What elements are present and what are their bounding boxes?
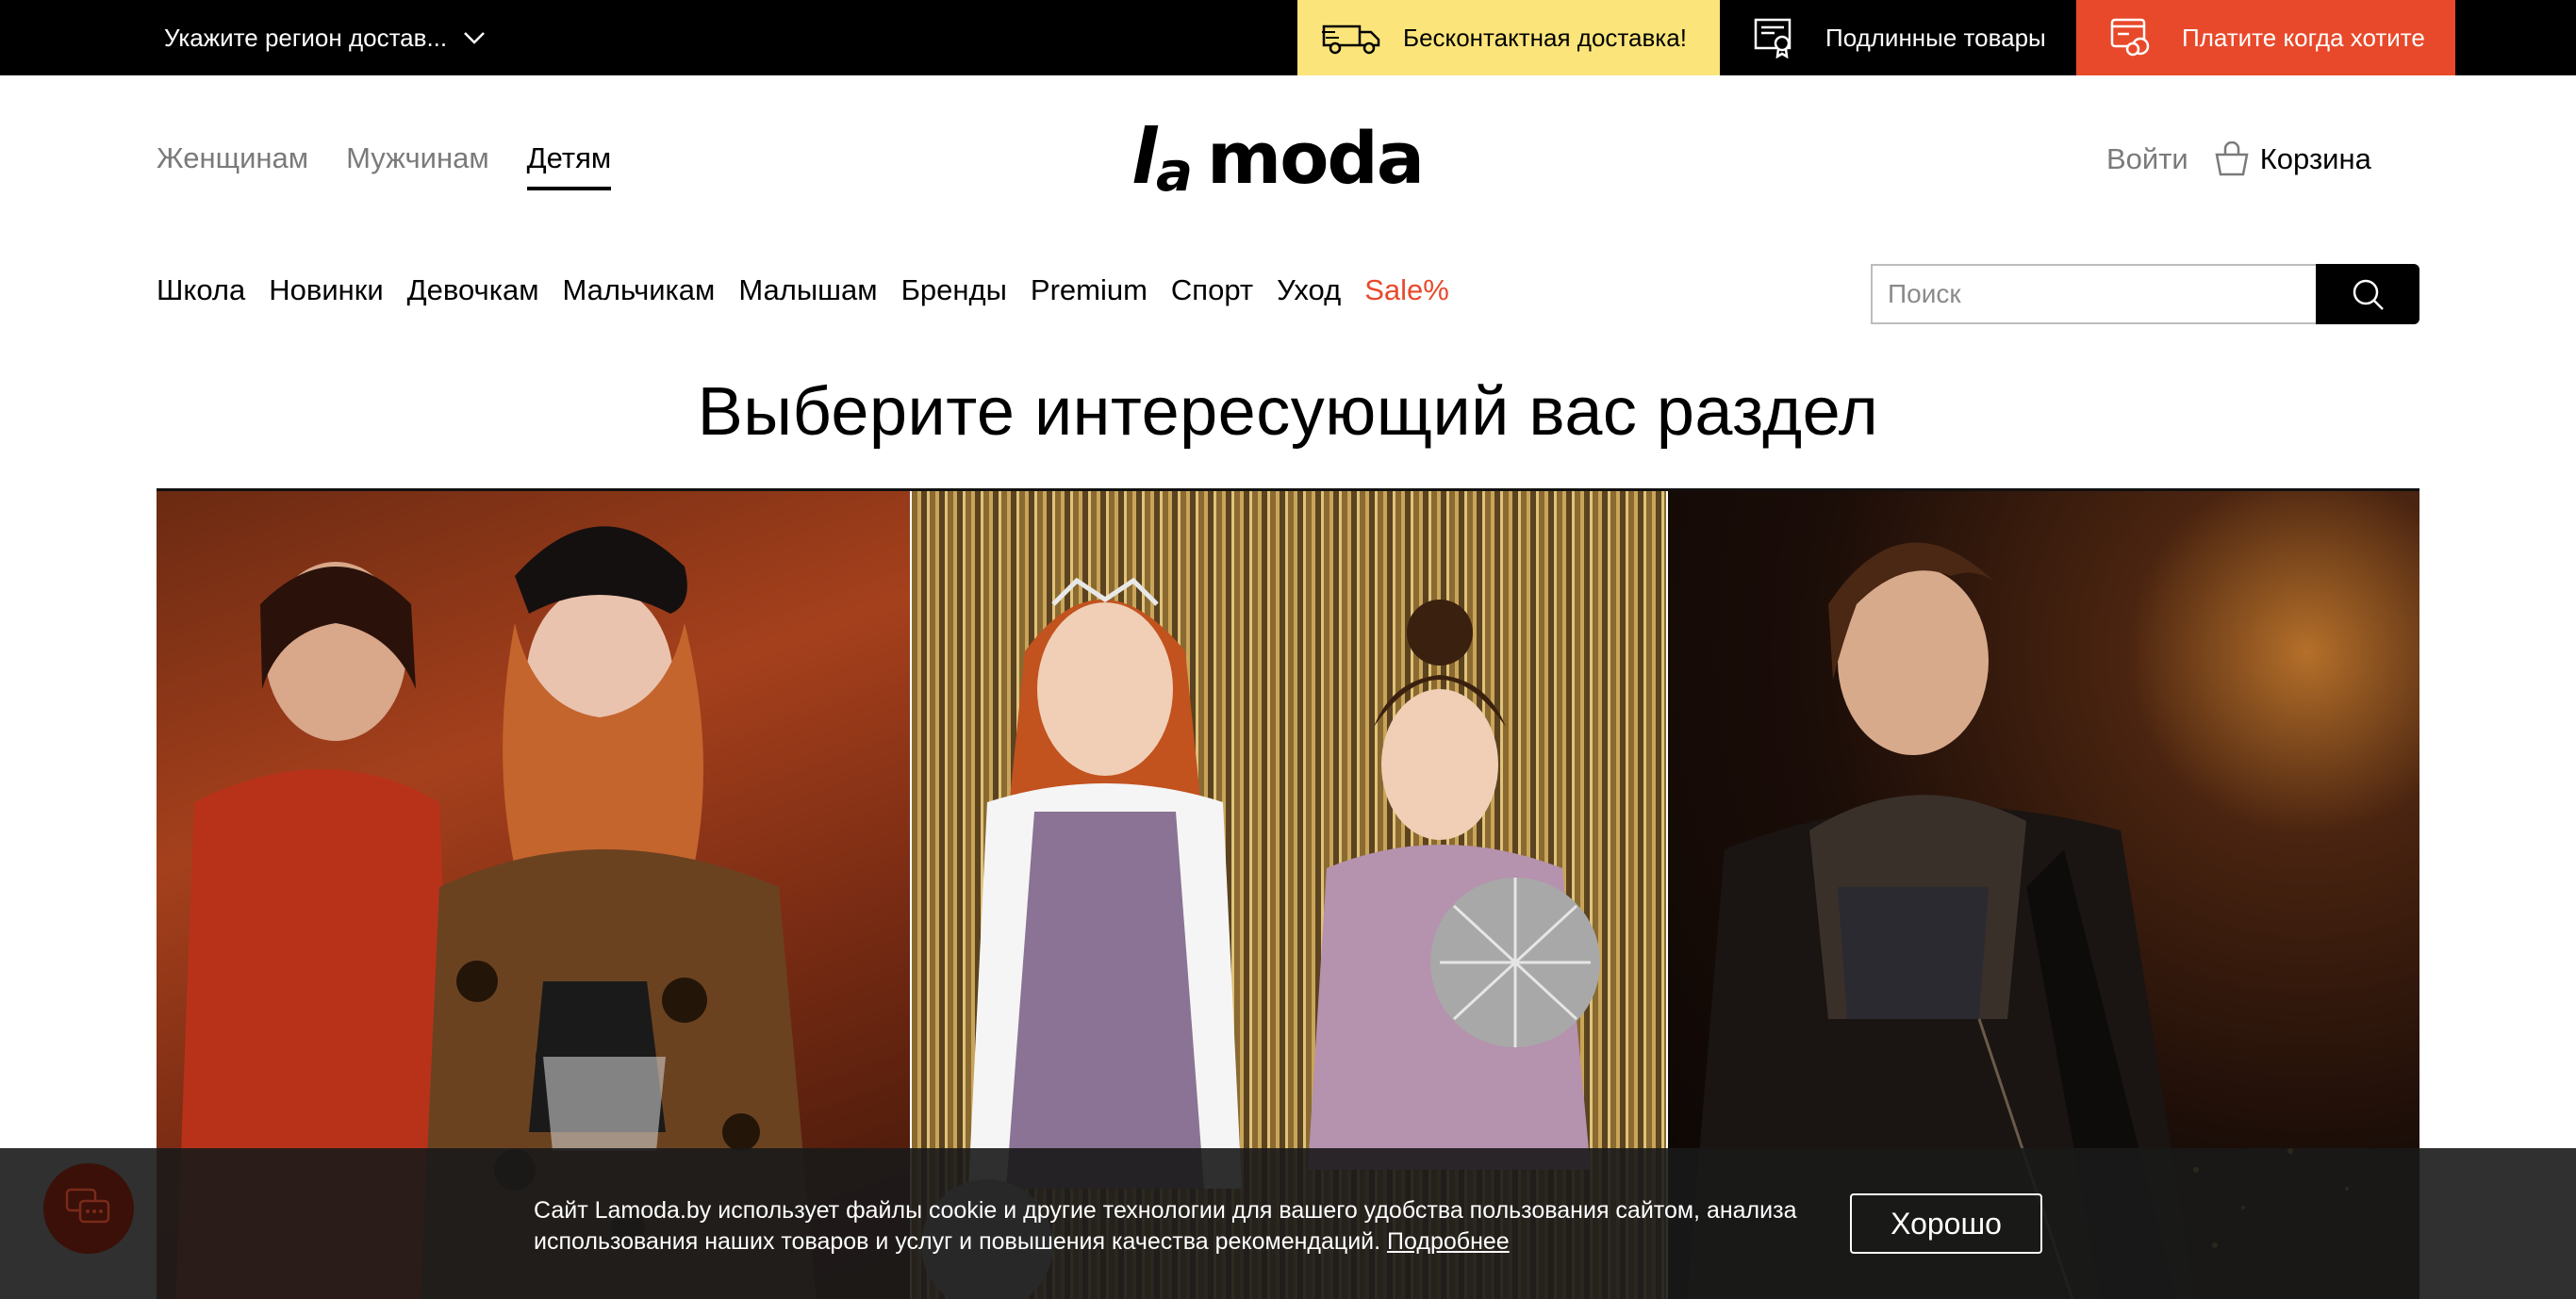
region-selector[interactable]: Укажите регион достав...	[164, 0, 487, 75]
gender-nav: Женщинам Мужчинам Детям	[157, 141, 612, 190]
promo-genuine-label: Подлинные товары	[1825, 23, 2046, 52]
cookie-more-link[interactable]: Подробнее	[1387, 1228, 1510, 1255]
promo-genuine[interactable]: Подлинные товары	[1720, 0, 2076, 75]
certificate-icon	[1744, 17, 1805, 58]
page-title: Выберите интересующий вас раздел	[697, 374, 1879, 450]
category-girls[interactable]: Девочкам	[407, 273, 539, 307]
truck-icon	[1322, 17, 1382, 58]
search-icon	[2353, 279, 2384, 310]
card-icon	[2101, 17, 2161, 58]
account-area: Войти Корзина	[2106, 141, 2371, 177]
tab-women[interactable]: Женщинам	[157, 141, 308, 190]
logo[interactable]: l a moda	[1131, 111, 1443, 206]
cookie-accept-button[interactable]: Хорошо	[1850, 1193, 2042, 1254]
cookie-banner: Сайт Lamoda.by использует файлы cookie и…	[0, 1148, 2576, 1299]
search-button[interactable]	[2316, 264, 2419, 324]
cookie-text: Сайт Lamoda.by использует файлы cookie и…	[534, 1197, 1797, 1255]
category-sport[interactable]: Спорт	[1171, 273, 1253, 307]
region-label: Укажите регион достав...	[164, 23, 448, 52]
tab-kids[interactable]: Детям	[526, 141, 612, 190]
chat-icon	[65, 1188, 110, 1224]
login-link[interactable]: Войти	[2106, 142, 2188, 176]
category-new[interactable]: Новинки	[269, 273, 383, 307]
category-brands[interactable]: Бренды	[901, 273, 1007, 307]
search-input[interactable]	[1871, 264, 2316, 324]
promo-pay-label: Платите когда хотите	[2182, 23, 2425, 52]
promo-delivery-label: Бесконтактная доставка!	[1403, 23, 1687, 52]
category-nav: Школа Новинки Девочкам Мальчикам Малышам…	[157, 273, 1449, 307]
lamoda-logo: l a moda	[1131, 113, 1425, 204]
svg-text:moda: moda	[1207, 116, 1423, 200]
cart-icon	[2215, 141, 2249, 176]
chat-button[interactable]	[43, 1163, 134, 1254]
chevron-down-icon	[464, 32, 486, 44]
cart-label: Корзина	[2259, 142, 2371, 175]
top-bar: Укажите регион достав... Бесконтактная д…	[0, 0, 2576, 75]
svg-text:l: l	[1131, 113, 1159, 201]
category-care[interactable]: Уход	[1277, 273, 1341, 307]
cart-link[interactable]: Корзина	[2213, 141, 2371, 177]
svg-text:a: a	[1156, 140, 1193, 204]
search-box	[1871, 264, 2419, 324]
category-school[interactable]: Школа	[157, 273, 245, 307]
tab-men[interactable]: Мужчинам	[346, 141, 489, 190]
promo-pay[interactable]: Платите когда хотите	[2076, 0, 2455, 75]
category-sale[interactable]: Sale%	[1364, 273, 1449, 307]
category-boys[interactable]: Мальчикам	[563, 273, 716, 307]
category-babies[interactable]: Малышам	[738, 273, 877, 307]
promo-delivery[interactable]: Бесконтактная доставка!	[1297, 0, 1720, 75]
category-premium[interactable]: Premium	[1031, 273, 1148, 307]
cookie-text-block: Сайт Lamoda.by использует файлы cookie и…	[534, 1195, 1835, 1258]
